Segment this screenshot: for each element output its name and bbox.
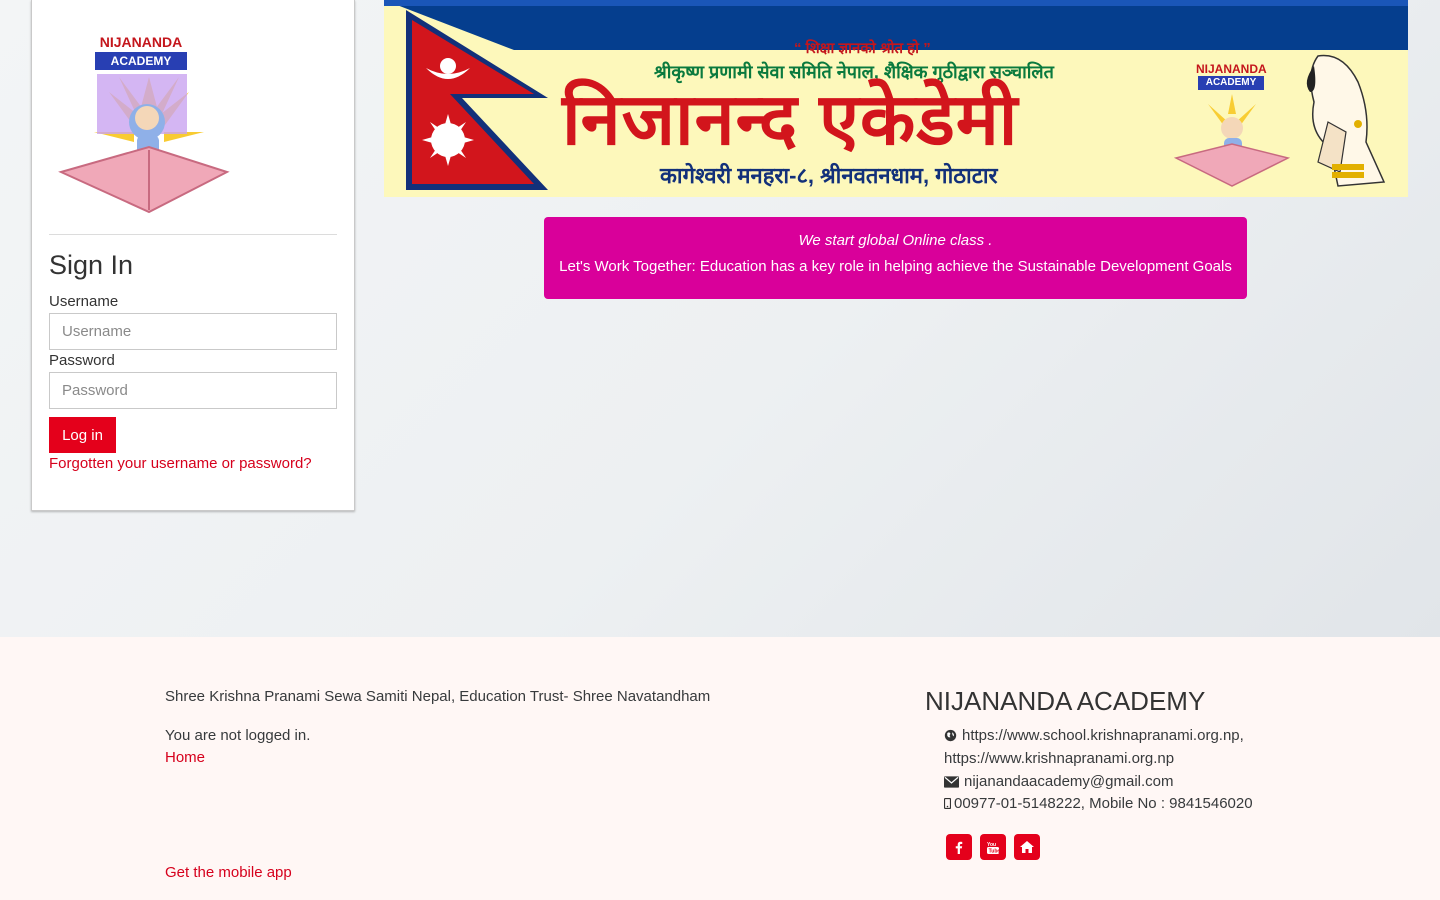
banner-address: कागेश्वरी मनहरा-८, श्रीनवतनधाम, गोठाटार xyxy=(660,163,998,188)
mobile-phone-icon xyxy=(944,798,951,809)
password-label: Password xyxy=(49,352,115,369)
nepal-flag-icon xyxy=(406,10,548,190)
facebook-button[interactable] xyxy=(946,834,972,860)
youtube-icon: You Tube xyxy=(987,842,999,854)
home-link[interactable]: Home xyxy=(165,749,205,766)
website-line-1: https://www.school.krishnapranami.org.np… xyxy=(944,727,1244,744)
email-line: nijanandaacademy@gmail.com xyxy=(944,773,1174,790)
username-label: Username xyxy=(49,293,119,310)
website-home-button[interactable] xyxy=(1014,834,1040,860)
email-text: nijanandaacademy@gmail.com xyxy=(964,773,1174,790)
banner-logo-title: NIJANANDA xyxy=(1196,62,1267,76)
notice-line-1: We start global Online class . xyxy=(798,232,993,249)
banner-logo-subtitle: ACADEMY xyxy=(1198,76,1264,90)
card-divider xyxy=(49,234,337,235)
notice-box: We start global Online class . Let's Wor… xyxy=(544,217,1247,299)
banner-slogan: “ शिक्षा ज्ञानको श्रोत हो ” xyxy=(794,40,931,57)
sign-in-heading: Sign In xyxy=(49,250,134,280)
footer-title: NIJANANDA ACADEMY xyxy=(925,686,1206,716)
logo-title: NIJANANDA xyxy=(99,34,183,50)
password-input[interactable] xyxy=(49,372,337,409)
youtube-button[interactable]: You Tube xyxy=(980,834,1006,860)
header-banner: “ शिक्षा ज्ञानको श्रोत हो ” श्रीकृष्ण प्… xyxy=(384,0,1408,197)
globe-icon xyxy=(944,729,957,742)
logo-subtitle: ACADEMY xyxy=(95,52,187,70)
footer-trust-text: Shree Krishna Pranami Sewa Samiti Nepal,… xyxy=(165,688,711,705)
login-card: NIJANANDA ACADEMY Sign In Username Passw… xyxy=(31,0,355,511)
phone-line: 00977-01-5148222, Mobile No : 9841546020 xyxy=(944,795,1253,812)
website-text-2: https://www.krishnapranami.org.np xyxy=(944,750,1175,767)
website-line-2: https://www.krishnapranami.org.np xyxy=(944,750,1174,767)
mobile-app-link[interactable]: Get the mobile app xyxy=(165,864,292,881)
forgot-password-link[interactable]: Forgotten your username or password? xyxy=(49,455,312,472)
phone-text: 00977-01-5148222, Mobile No : 9841546020 xyxy=(954,795,1253,812)
website-text-1: https://www.school.krishnapranami.org.np… xyxy=(962,727,1244,744)
banner-title: निजानन्द एकेडेमी xyxy=(562,80,1019,160)
facebook-icon xyxy=(955,841,963,854)
site-logo[interactable]: NIJANANDA ACADEMY xyxy=(49,22,249,220)
notice-line-2: Let's Work Together: Education has a key… xyxy=(559,258,1232,275)
svg-text:Tube: Tube xyxy=(989,848,999,853)
login-button[interactable]: Log in xyxy=(49,417,116,453)
login-status-text: You are not logged in. xyxy=(165,727,311,744)
namaste-hands-icon xyxy=(1306,54,1386,187)
home-icon xyxy=(1020,841,1034,853)
social-links: You Tube xyxy=(946,834,1040,860)
envelope-icon xyxy=(944,775,959,788)
username-input[interactable] xyxy=(49,313,337,350)
